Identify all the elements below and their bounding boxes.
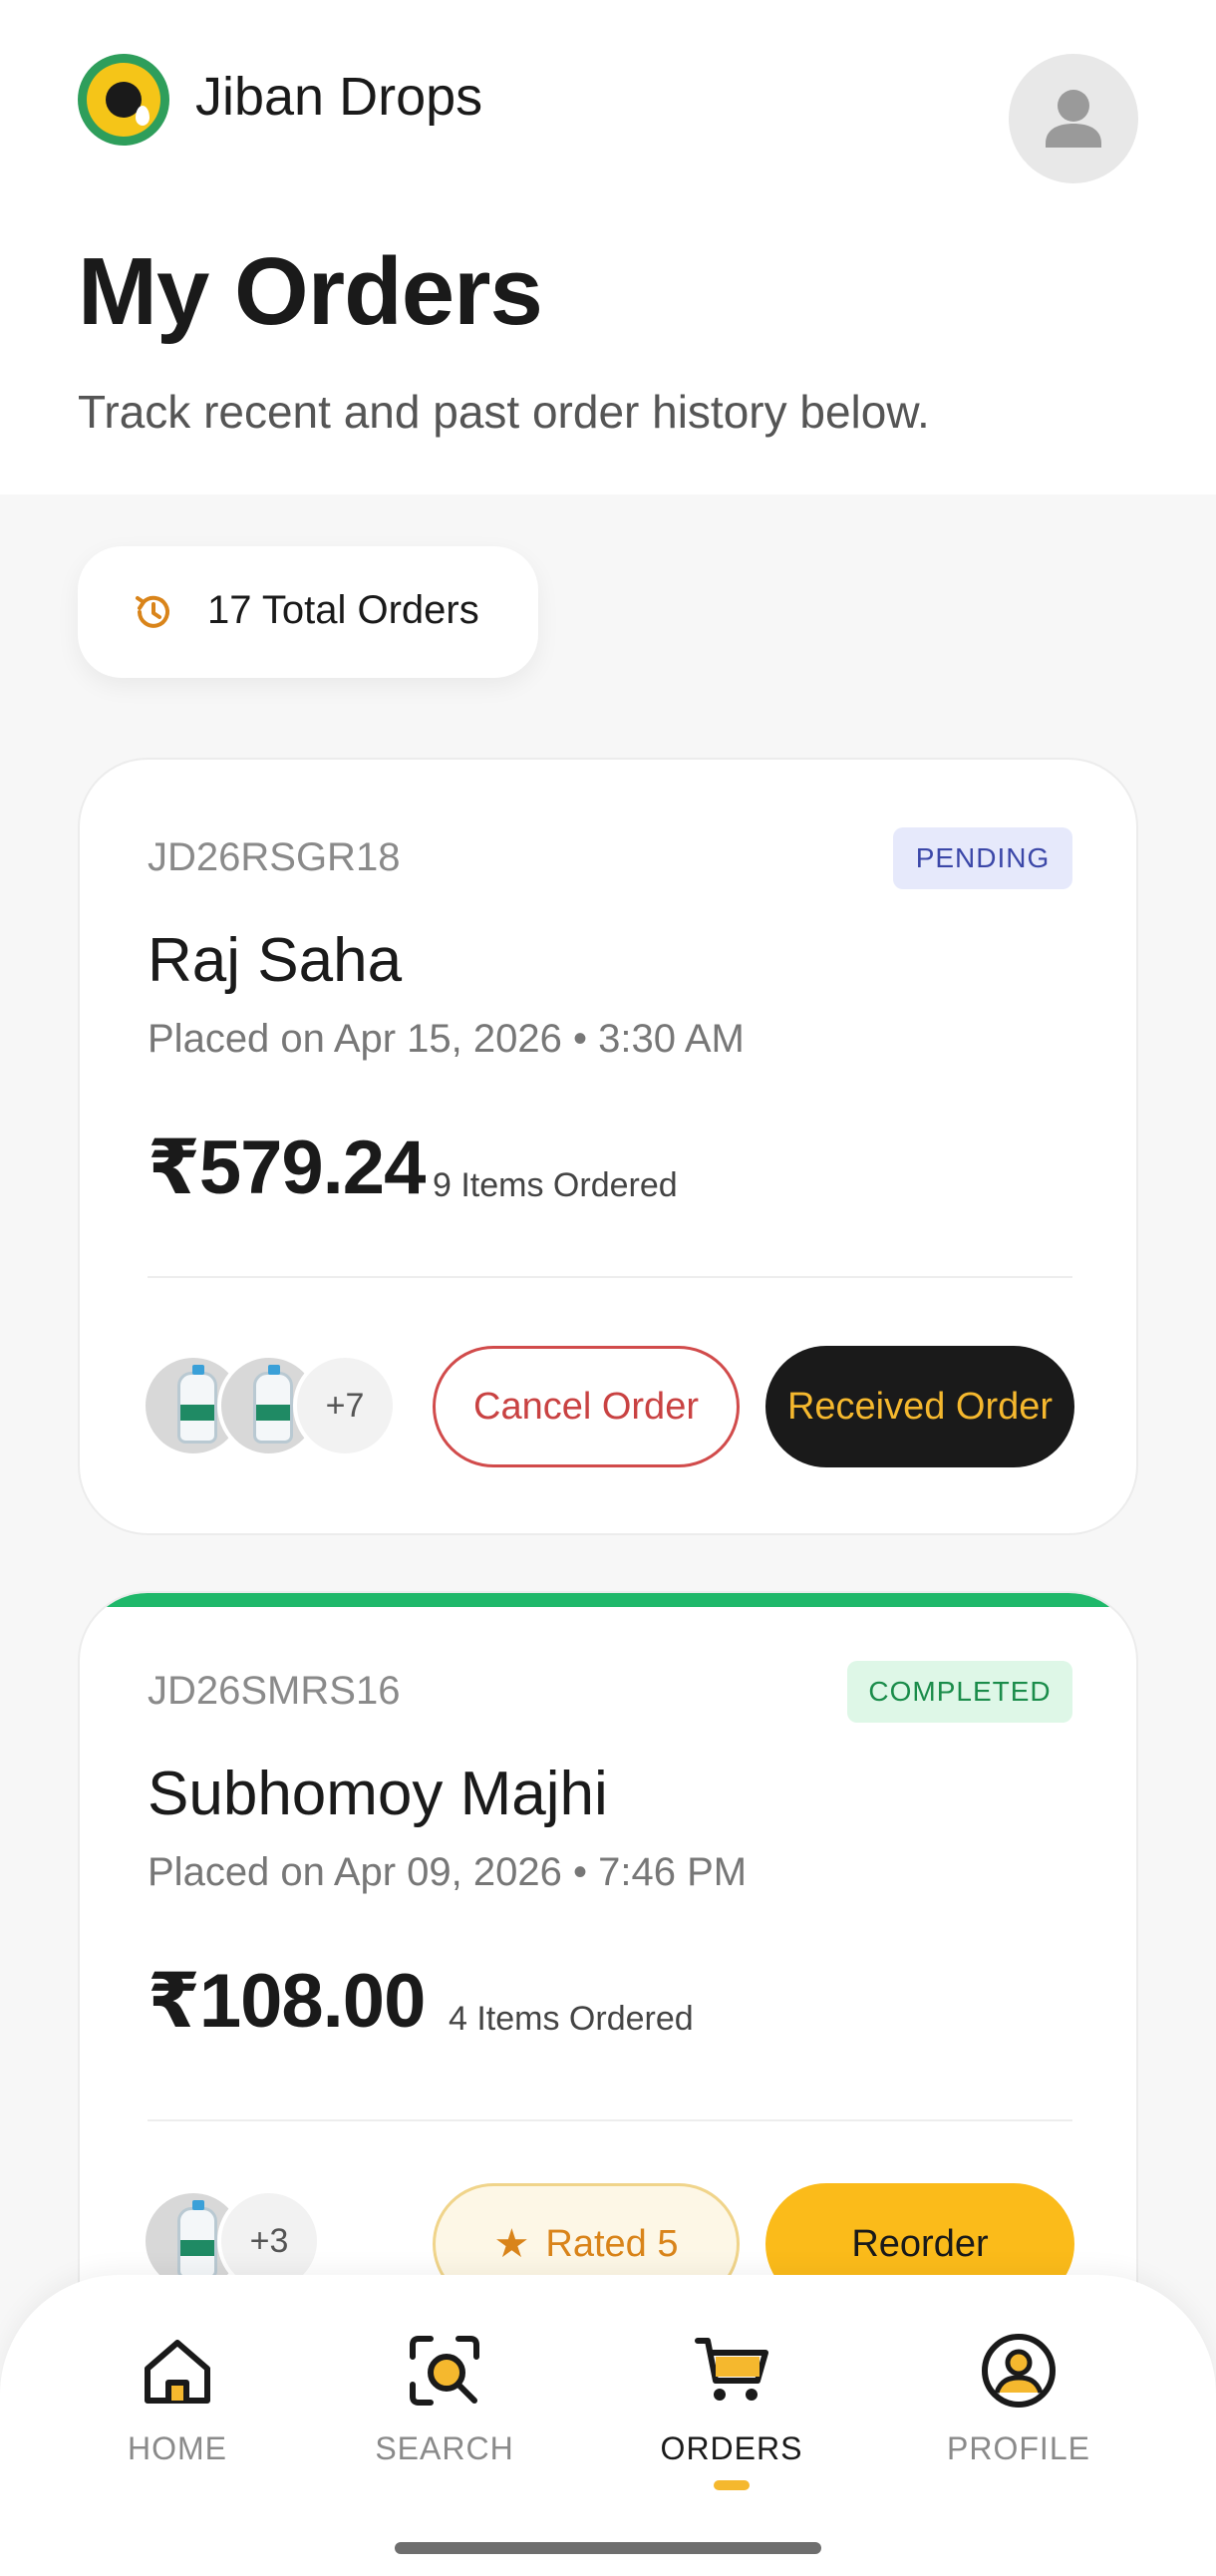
app-name: Jiban Drops — [195, 67, 483, 127]
history-icon — [136, 595, 169, 628]
profile-icon — [982, 2334, 1056, 2408]
nav-search[interactable]: SEARCH — [345, 2331, 544, 2490]
app-header: Jiban Drops My Orders Track recent and p… — [0, 0, 1216, 494]
status-badge: PENDING — [893, 827, 1072, 889]
order-total: ₹579.24 — [148, 1126, 426, 1210]
order-total: ₹108.00 — [148, 1959, 426, 2044]
items-count: 4 Items Ordered — [449, 2000, 694, 2038]
order-id: JD26RSGR18 — [148, 835, 401, 879]
order-date: Placed on Apr 15, 2026 • 3:30 AM — [148, 1017, 745, 1061]
cart-icon — [695, 2338, 768, 2401]
nav-label: ORDERS — [660, 2430, 803, 2466]
received-order-button[interactable]: Received Order — [765, 1346, 1074, 1467]
items-count: 9 Items Ordered — [433, 1166, 678, 1204]
order-card[interactable]: JD26RSGR18 PENDING Raj Saha Placed on Ap… — [78, 758, 1138, 1535]
order-id: JD26SMRS16 — [148, 1669, 401, 1713]
nav-label: SEARCH — [375, 2430, 514, 2466]
customer-name: Subhomoy Majhi — [148, 1760, 608, 1828]
total-orders-chip: 17 Total Orders — [78, 546, 538, 678]
search-icon — [410, 2336, 479, 2406]
nav-label: PROFILE — [947, 2430, 1090, 2466]
total-orders-label: 17 Total Orders — [207, 588, 479, 632]
bottom-navigation: HOME SEARCH ORDERS PROFILE — [0, 2275, 1216, 2576]
order-date: Placed on Apr 09, 2026 • 7:46 PM — [148, 1850, 748, 1894]
rated-label: Rated 5 — [545, 2222, 679, 2265]
customer-name: Raj Saha — [148, 926, 403, 995]
divider — [148, 2119, 1072, 2121]
page-title: My Orders — [78, 238, 543, 345]
nav-orders[interactable]: ORDERS — [632, 2331, 831, 2490]
divider — [148, 1276, 1072, 1278]
home-icon — [145, 2340, 210, 2404]
star-icon: ★ — [493, 2222, 530, 2266]
user-avatar-button[interactable] — [1009, 54, 1138, 183]
cancel-order-button[interactable]: Cancel Order — [433, 1346, 740, 1467]
active-tab-indicator — [714, 2480, 750, 2490]
page-subtitle: Track recent and past order history belo… — [78, 386, 930, 438]
person-icon — [1046, 90, 1101, 148]
nav-profile[interactable]: PROFILE — [919, 2331, 1118, 2490]
completed-accent-bar — [80, 1593, 1136, 1607]
more-items-count: +7 — [293, 1354, 397, 1457]
status-badge: COMPLETED — [847, 1661, 1072, 1723]
nav-label: HOME — [128, 2430, 227, 2466]
home-indicator — [395, 2542, 821, 2554]
nav-home[interactable]: HOME — [78, 2331, 277, 2490]
jiban-drops-logo — [78, 54, 169, 146]
